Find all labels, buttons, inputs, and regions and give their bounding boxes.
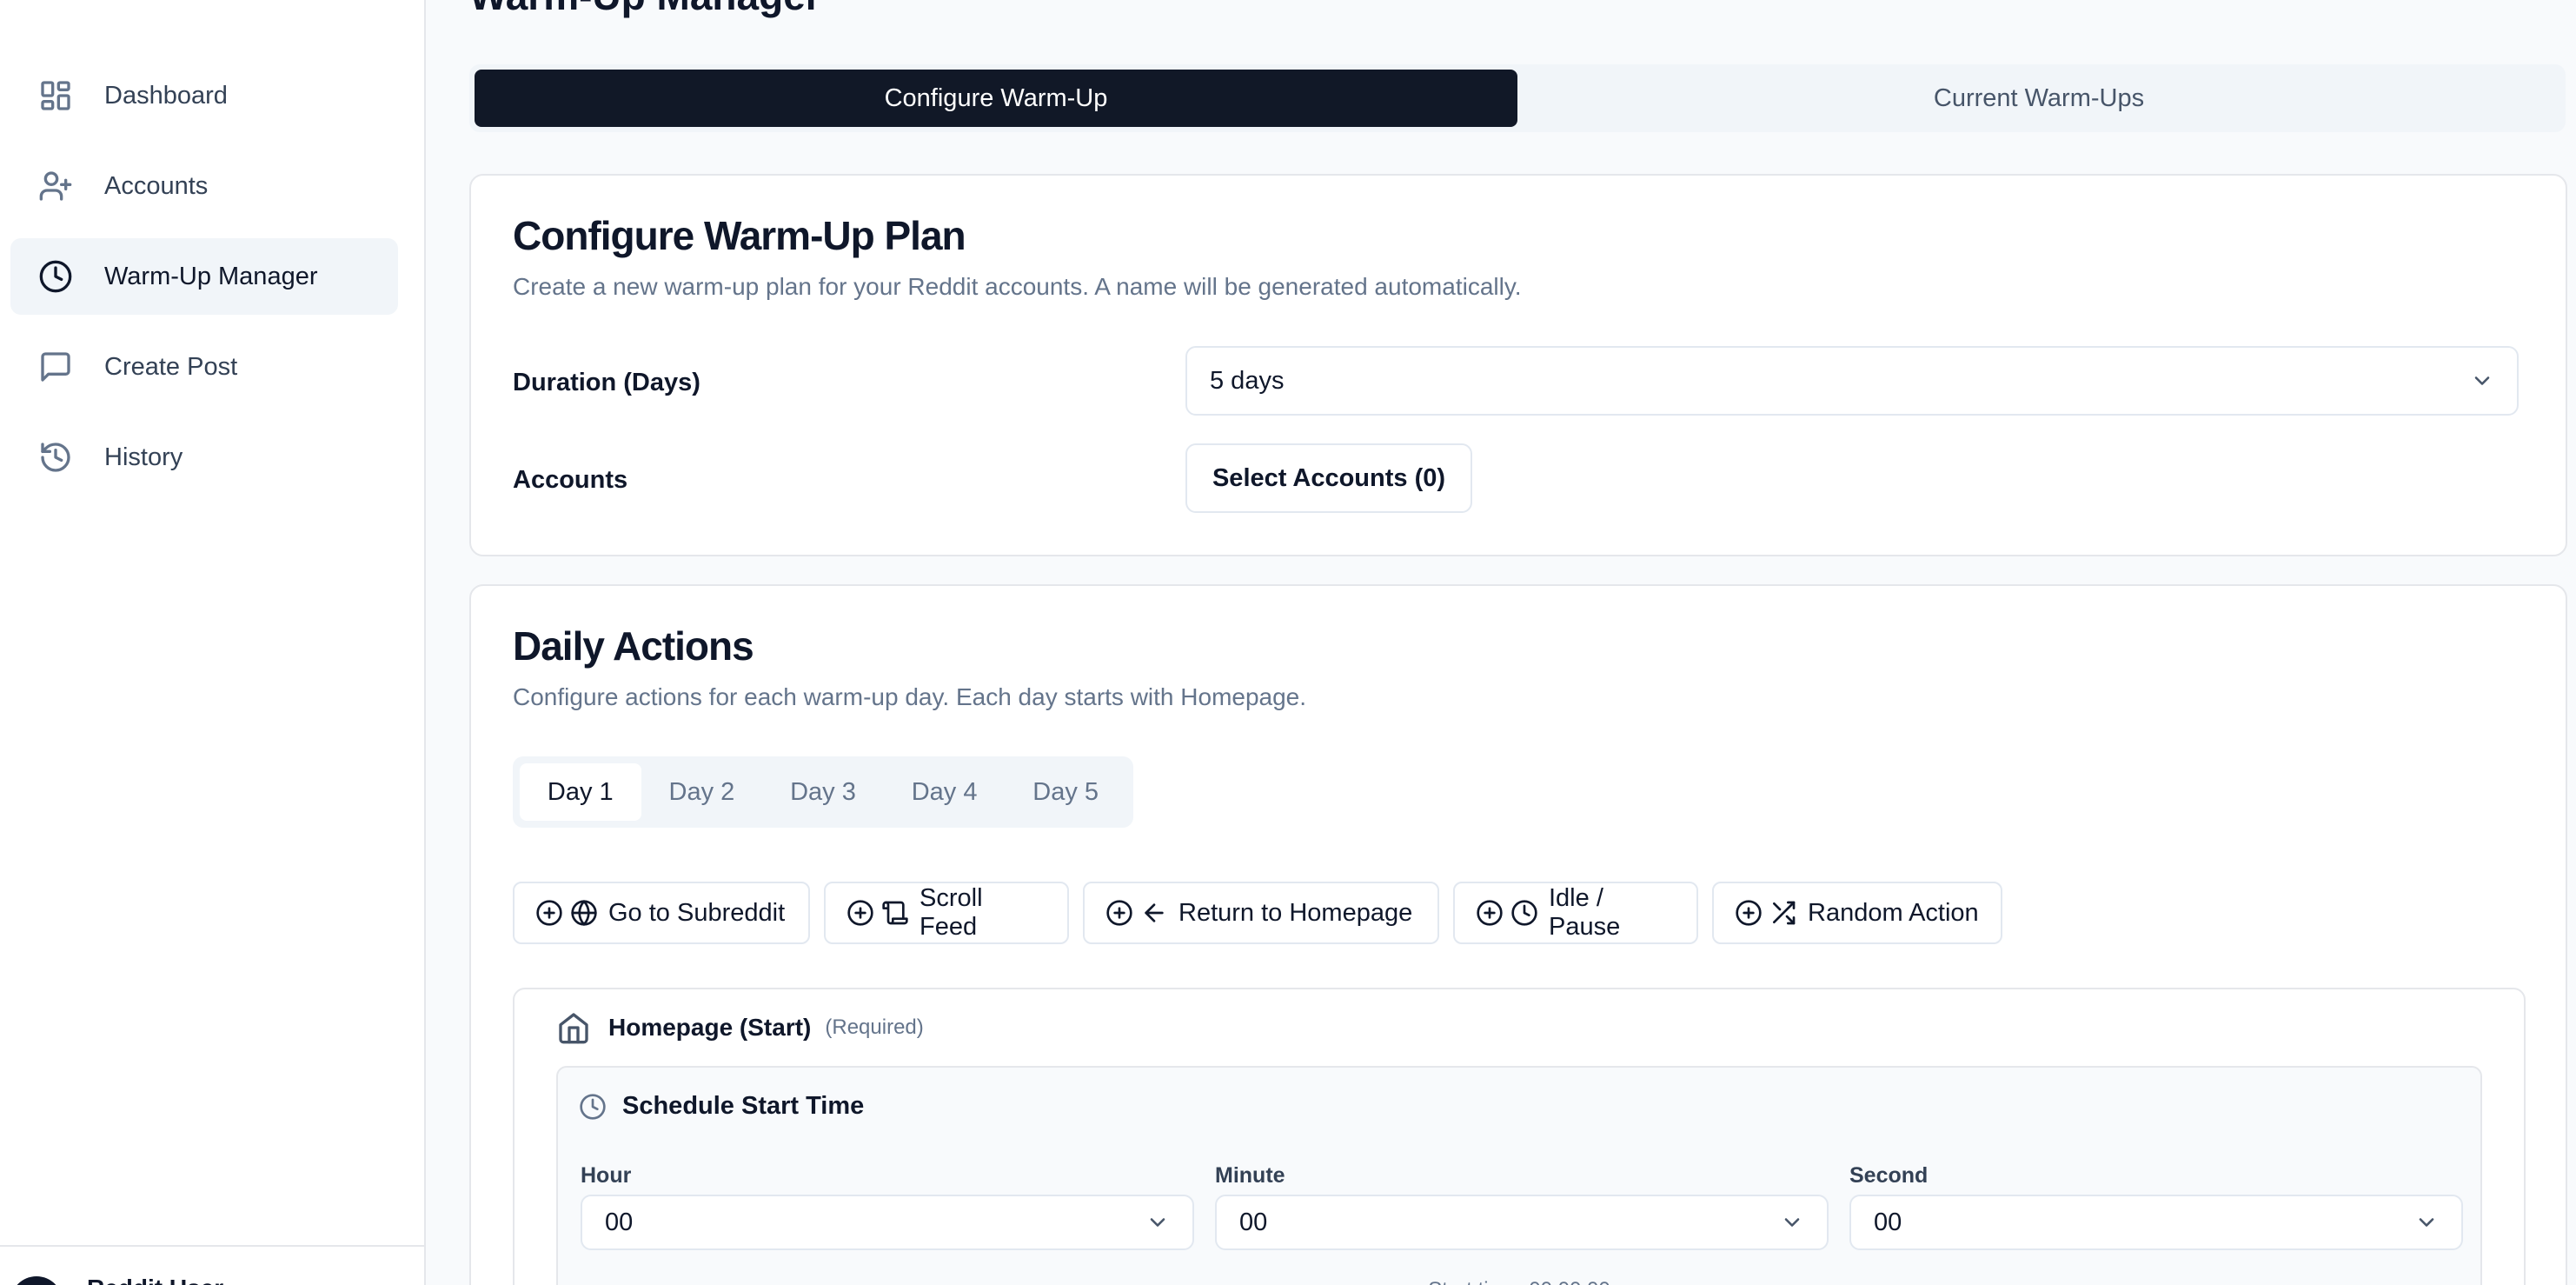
add-random-action-button[interactable]: Random Action xyxy=(1712,882,2002,944)
schedule-header: Schedule Start Time xyxy=(579,1092,864,1121)
clock-icon xyxy=(580,1093,606,1120)
chevron-down-icon xyxy=(1780,1210,1804,1235)
clock-icon xyxy=(1511,900,1537,926)
schedule-title: Schedule Start Time xyxy=(622,1092,865,1120)
tab-day-2[interactable]: Day 2 xyxy=(641,763,763,821)
main-content: Warm-Up Manager Configure Warm-Up Curren… xyxy=(426,0,2576,1285)
sidebar-item-label: Create Post xyxy=(104,352,238,381)
arrow-left-icon xyxy=(1145,903,1164,922)
required-badge: (Required) xyxy=(825,1015,924,1039)
sidebar-item-warm-up-manager[interactable]: Warm-Up Manager xyxy=(10,238,398,315)
message-square-icon xyxy=(38,350,73,384)
tab-day-3[interactable]: Day 3 xyxy=(762,763,884,821)
sidebar-item-label: Accounts xyxy=(104,171,209,200)
tab-day-1[interactable]: Day 1 xyxy=(520,763,641,821)
duration-select[interactable]: 5 days xyxy=(1185,346,2519,416)
add-idle-pause-button[interactable]: Idle / Pause xyxy=(1453,882,1698,944)
chevron-down-icon xyxy=(2414,1210,2439,1235)
duration-label: Duration (Days) xyxy=(513,369,700,396)
sidebar: Dashboard Accounts Warm-Up Manager Creat… xyxy=(0,0,426,1285)
accounts-label: Accounts xyxy=(513,466,628,494)
daily-actions-card: Daily Actions Configure actions for each… xyxy=(469,584,2567,1285)
add-go-to-subreddit-button[interactable]: Go to Subreddit xyxy=(513,882,810,944)
sidebar-item-label: Dashboard xyxy=(104,81,228,110)
card-title: Daily Actions xyxy=(513,623,754,669)
card-title: Configure Warm-Up Plan xyxy=(513,213,966,258)
second-select[interactable]: 00 xyxy=(1849,1195,2463,1250)
plus-circle-icon xyxy=(1106,900,1132,926)
select-accounts-button[interactable]: Select Accounts (0) xyxy=(1185,443,1472,513)
sidebar-user[interactable]: Reddit User xyxy=(0,1245,426,1285)
minute-select[interactable]: 00 xyxy=(1215,1195,1829,1250)
configure-plan-card: Configure Warm-Up Plan Create a new warm… xyxy=(469,174,2567,556)
minute-value: 00 xyxy=(1239,1208,1268,1236)
tab-configure-warm-up[interactable]: Configure Warm-Up xyxy=(475,70,1517,127)
action-label: Go to Subreddit xyxy=(608,898,786,927)
tab-day-4[interactable]: Day 4 xyxy=(884,763,1006,821)
plus-circle-icon xyxy=(1477,900,1503,926)
user-plus-icon xyxy=(38,169,73,203)
home-icon xyxy=(559,1013,588,1044)
avatar xyxy=(10,1276,63,1285)
card-subtitle: Configure actions for each warm-up day. … xyxy=(513,683,1307,710)
action-label: Return to Homepage xyxy=(1178,898,1413,927)
chevron-down-icon xyxy=(2470,369,2494,393)
chevron-down-icon xyxy=(1145,1210,1170,1235)
globe-icon xyxy=(571,900,597,926)
sidebar-nav: Dashboard Accounts Warm-Up Manager Creat… xyxy=(10,57,398,509)
sidebar-item-history[interactable]: History xyxy=(10,419,398,496)
hour-label: Hour xyxy=(581,1163,632,1188)
main-tabs: Configure Warm-Up Current Warm-Ups xyxy=(469,64,2566,132)
duration-value: 5 days xyxy=(1210,366,1285,395)
homepage-step: Homepage (Start) (Required) Schedule Sta… xyxy=(513,988,2526,1285)
dashboard-icon xyxy=(38,78,73,113)
homepage-step-header: Homepage (Start) (Required) xyxy=(556,1010,924,1045)
sidebar-item-accounts[interactable]: Accounts xyxy=(10,148,398,224)
hour-select[interactable]: 00 xyxy=(581,1195,1194,1250)
sidebar-item-label: Warm-Up Manager xyxy=(104,262,318,290)
clock-icon xyxy=(38,259,73,294)
homepage-title: Homepage (Start) xyxy=(608,1014,812,1041)
second-label: Second xyxy=(1849,1163,1929,1188)
add-return-to-homepage-button[interactable]: Return to Homepage xyxy=(1083,882,1439,944)
sidebar-item-dashboard[interactable]: Dashboard xyxy=(10,57,398,134)
card-subtitle: Create a new warm-up plan for your Reddi… xyxy=(513,273,1522,300)
add-scroll-feed-button[interactable]: Scroll Feed xyxy=(824,882,1069,944)
scroll-icon xyxy=(882,901,908,925)
plus-circle-icon xyxy=(847,900,873,926)
action-label: Idle / Pause xyxy=(1549,884,1621,941)
plus-circle-icon xyxy=(1736,900,1762,926)
tab-current-warm-ups[interactable]: Current Warm-Ups xyxy=(1517,70,2560,127)
action-label: Random Action xyxy=(1808,898,1979,927)
day-tabs: Day 1 Day 2 Day 3 Day 4 Day 5 xyxy=(513,756,1133,828)
sidebar-item-label: History xyxy=(104,443,183,471)
page-title: Warm-Up Manager xyxy=(469,0,821,17)
user-name: Reddit User xyxy=(87,1275,223,1285)
second-value: 00 xyxy=(1874,1208,1902,1236)
hour-value: 00 xyxy=(605,1208,634,1236)
action-label: Scroll Feed xyxy=(920,884,983,941)
tab-day-5[interactable]: Day 5 xyxy=(1005,763,1126,821)
start-time-readout: Start time: 00:00:00 xyxy=(558,1278,2480,1285)
sidebar-item-create-post[interactable]: Create Post xyxy=(10,329,398,405)
schedule-start-time-panel: Schedule Start Time Hour 00 Minute 00 Se… xyxy=(556,1066,2482,1285)
plus-circle-icon xyxy=(536,900,562,926)
history-icon xyxy=(38,440,73,475)
shuffle-icon xyxy=(1773,901,1796,925)
minute-label: Minute xyxy=(1215,1163,1285,1188)
